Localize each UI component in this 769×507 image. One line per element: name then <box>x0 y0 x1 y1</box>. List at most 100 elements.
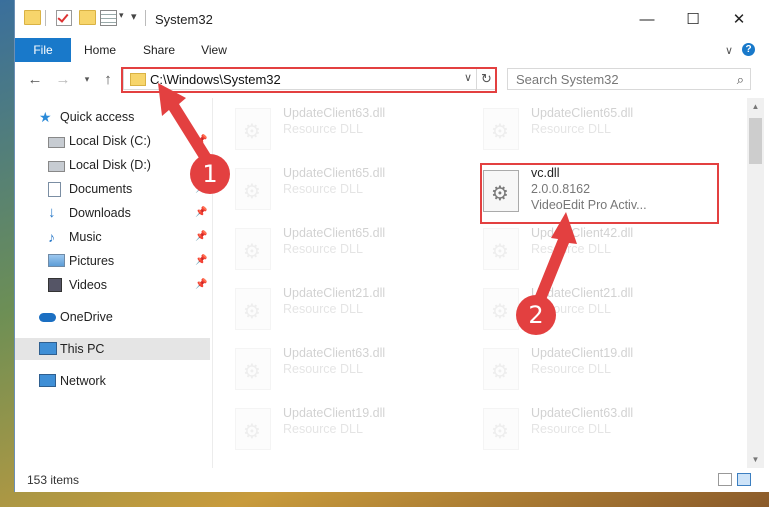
dll-file-icon <box>483 288 519 330</box>
folder-icon <box>24 10 41 25</box>
status-bar: 153 items <box>15 468 769 492</box>
videos-icon <box>48 278 62 292</box>
sidebar-item-local-disk-d[interactable]: Local Disk (D:) <box>15 154 210 176</box>
dll-file-icon <box>483 408 519 450</box>
sidebar-item-documents[interactable]: Documents 📌 <box>15 178 210 200</box>
file-item[interactable]: UpdateClient65.dll Resource DLL <box>213 220 443 276</box>
sidebar-item-label: Music <box>69 230 102 244</box>
sidebar-item-label: Documents <box>69 182 133 196</box>
pin-icon[interactable]: 📌 <box>195 274 207 296</box>
file-item[interactable]: UpdateClient63.dll Resource DLL <box>461 400 691 456</box>
scrollbar-thumb[interactable] <box>749 118 762 164</box>
pin-icon[interactable]: 📌 <box>195 226 207 248</box>
music-icon: ♪ <box>48 229 55 245</box>
close-button[interactable]: ✕ <box>716 0 762 38</box>
file-name: UpdateClient65.dll <box>283 226 386 240</box>
pin-icon[interactable]: 📌 <box>195 130 207 152</box>
scroll-up-icon[interactable]: ▲ <box>747 98 764 115</box>
sidebar-item-label: Local Disk (D:) <box>69 158 151 172</box>
downloads-icon: ↓ <box>48 204 56 221</box>
file-item[interactable]: UpdateClient21.dll Resource DLL <box>461 280 691 336</box>
forward-arrow-icon[interactable]: → <box>53 71 73 88</box>
sidebar-item-quick-access[interactable]: ★ Quick access <box>15 106 210 128</box>
back-arrow-icon[interactable]: ← <box>25 71 45 88</box>
sidebar-item-network[interactable]: Network <box>15 370 210 392</box>
search-input[interactable]: Search System32 ⌕ <box>507 68 751 90</box>
window-title: System32 <box>155 12 213 27</box>
file-name: UpdateClient63.dll <box>283 346 386 360</box>
vertical-scrollbar[interactable]: ▲ ▼ <box>747 98 764 468</box>
sidebar-item-label: Local Disk (C:) <box>69 134 151 148</box>
dll-file-icon <box>483 108 519 150</box>
file-type: Resource DLL <box>283 122 363 136</box>
properties-icon[interactable] <box>100 10 117 26</box>
minimize-button[interactable]: — <box>624 0 670 38</box>
file-type: Resource DLL <box>283 182 363 196</box>
maximize-button[interactable]: ☐ <box>670 0 716 38</box>
item-count: 153 items <box>27 473 80 487</box>
properties-check-icon[interactable] <box>56 10 72 26</box>
step-2-badge: 2 <box>516 295 556 335</box>
sidebar-item-label: OneDrive <box>60 310 113 324</box>
file-item[interactable]: UpdateClient65.dll Resource DLL <box>461 100 691 156</box>
file-type: Resource DLL <box>531 242 611 256</box>
sidebar-item-pictures[interactable]: Pictures 📌 <box>15 250 210 272</box>
dll-file-icon <box>483 348 519 390</box>
customize-toolbar-icon[interactable]: ▾ <box>131 10 137 23</box>
pictures-icon <box>48 254 65 267</box>
file-item[interactable]: UpdateClient19.dll Resource DLL <box>213 400 443 456</box>
dll-file-icon <box>235 108 271 150</box>
file-type: Resource DLL <box>283 422 363 436</box>
documents-icon <box>48 182 61 197</box>
tab-home[interactable]: Home <box>75 38 125 62</box>
recent-locations-icon[interactable]: ▾ <box>77 74 97 85</box>
dll-file-icon <box>483 228 519 270</box>
file-name: UpdateClient42.dll <box>531 226 634 240</box>
sidebar-item-local-disk-c[interactable]: Local Disk (C:) 📌 <box>15 130 210 152</box>
drive-icon <box>48 161 65 172</box>
file-item[interactable]: UpdateClient42.dll Resource DLL <box>461 220 691 276</box>
tab-share[interactable]: Share <box>135 38 183 62</box>
up-arrow-icon[interactable]: ↑ <box>98 71 118 88</box>
pin-icon[interactable]: 📌 <box>195 250 207 272</box>
file-item[interactable]: UpdateClient63.dll Resource DLL <box>213 100 443 156</box>
tiles-view-icon[interactable] <box>737 473 751 486</box>
sidebar-item-label: This PC <box>60 342 105 356</box>
file-list: UpdateClient63.dll Resource DLL UpdateCl… <box>213 98 747 468</box>
file-item[interactable]: UpdateClient65.dll Resource DLL <box>213 160 443 216</box>
pin-icon[interactable]: 📌 <box>195 202 207 224</box>
file-item[interactable]: UpdateClient63.dll Resource DLL <box>213 340 443 396</box>
file-item[interactable]: UpdateClient19.dll Resource DLL <box>461 340 691 396</box>
file-name: UpdateClient65.dll <box>283 166 386 180</box>
tab-view[interactable]: View <box>191 38 237 62</box>
step-1-badge: 1 <box>190 154 230 194</box>
sidebar-item-onedrive[interactable]: OneDrive <box>15 306 210 328</box>
onedrive-icon <box>39 313 56 322</box>
details-view-icon[interactable] <box>718 473 732 486</box>
file-type: Resource DLL <box>531 122 611 136</box>
sidebar-item-label: Network <box>60 374 106 388</box>
sidebar-item-music[interactable]: ♪ Music 📌 <box>15 226 210 248</box>
dll-file-icon <box>235 408 271 450</box>
file-name: UpdateClient19.dll <box>531 346 634 360</box>
separator <box>45 10 46 26</box>
expand-ribbon-icon[interactable]: ∨ <box>725 44 733 57</box>
sidebar-item-videos[interactable]: Videos 📌 <box>15 274 210 296</box>
vc-dll-highlight-box <box>480 163 719 224</box>
help-icon[interactable]: ? <box>742 43 755 56</box>
navigation-pane: ★ Quick access Local Disk (C:) 📌 Local D… <box>15 98 212 468</box>
sidebar-item-label: Pictures <box>69 254 115 268</box>
search-icon: ⌕ <box>736 72 744 87</box>
file-item[interactable]: UpdateClient21.dll Resource DLL <box>213 280 443 336</box>
dll-file-icon <box>235 348 271 390</box>
sidebar-item-label: Videos <box>69 278 107 292</box>
new-folder-icon[interactable] <box>79 10 96 25</box>
dll-file-icon <box>235 168 271 210</box>
file-type: Resource DLL <box>283 302 363 316</box>
chevron-down-icon[interactable]: ▾ <box>119 10 124 21</box>
scroll-down-icon[interactable]: ▼ <box>747 451 764 468</box>
sidebar-item-this-pc[interactable]: This PC <box>15 338 210 360</box>
file-type: Resource DLL <box>531 422 611 436</box>
sidebar-item-downloads[interactable]: ↓ Downloads 📌 <box>15 202 210 224</box>
sidebar-item-label: Downloads <box>69 206 131 220</box>
